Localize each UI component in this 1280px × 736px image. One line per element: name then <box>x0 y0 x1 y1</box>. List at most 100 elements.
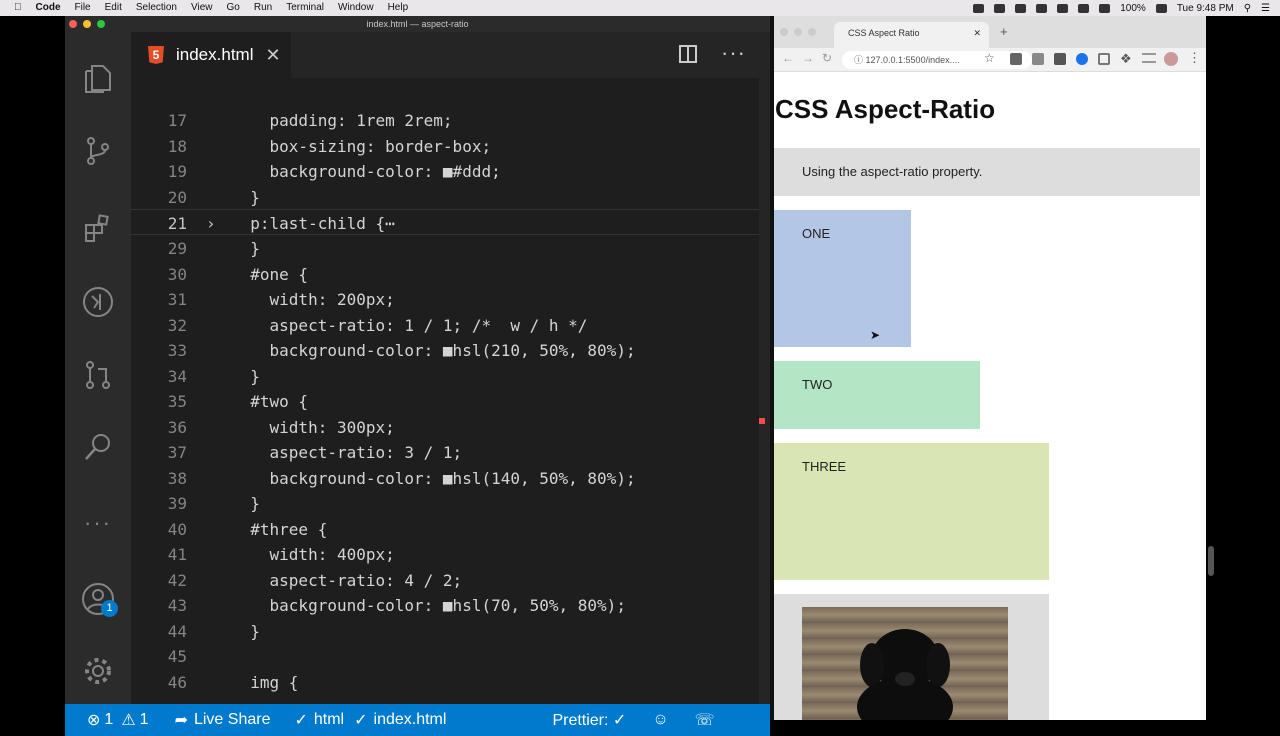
menu-selection[interactable]: Selection <box>136 0 177 16</box>
overview-ruler-error-marker <box>759 418 765 424</box>
code-line-current[interactable]: 21 › p:last-child {⋯ <box>131 209 770 235</box>
extensions-puzzle-icon[interactable]: ❖ <box>1120 51 1132 67</box>
notifications-bell-icon[interactable]: ☏ <box>695 710 715 730</box>
fold-chevron-icon[interactable]: › <box>206 214 216 233</box>
spotlight-icon[interactable]: ⚲ <box>1244 3 1251 14</box>
line-number: 46 <box>167 673 187 692</box>
code-text: aspect-ratio: 1 / 1; /* w / h */ <box>231 316 588 335</box>
reload-icon[interactable]: ↻ <box>822 51 832 65</box>
status-icon[interactable] <box>1015 3 1027 13</box>
profile-avatar[interactable] <box>1164 52 1178 66</box>
code-text: aspect-ratio: 4 / 2; <box>231 571 463 590</box>
live-share-icon[interactable]: ➦ <box>175 710 188 730</box>
more-icon[interactable]: ··· <box>81 506 115 540</box>
status-icon[interactable] <box>973 3 985 13</box>
extensions-icon[interactable] <box>81 212 115 246</box>
tab-label: index.html <box>176 45 254 64</box>
source-control-icon[interactable] <box>81 134 115 168</box>
more-actions-icon[interactable]: ··· <box>721 40 746 66</box>
new-tab-icon[interactable]: + <box>1000 24 1008 39</box>
code-text: } <box>231 188 260 207</box>
extension-icon[interactable] <box>1098 53 1110 65</box>
browser-scrollbar-thumb[interactable] <box>1208 546 1214 576</box>
screen-edge <box>1206 16 1280 720</box>
extension-icon[interactable] <box>1054 53 1066 65</box>
browser-tab[interactable]: CSS Aspect Ratio ✕ <box>834 22 989 48</box>
battery-percent[interactable]: 100% <box>1120 3 1146 14</box>
code-text: background-color: ■hsl(140, 50%, 80%); <box>231 469 636 488</box>
warning-count[interactable]: 1 <box>140 711 149 729</box>
extension-icon[interactable] <box>1076 53 1088 65</box>
close-window-button[interactable] <box>69 20 77 28</box>
status-icon[interactable] <box>1057 3 1069 13</box>
back-icon[interactable]: ← <box>782 51 794 65</box>
menu-terminal[interactable]: Terminal <box>286 0 324 16</box>
line-number: 39 <box>167 494 187 513</box>
line-number: 33 <box>167 341 187 360</box>
wifi-icon[interactable] <box>1099 3 1111 13</box>
pull-request-icon[interactable] <box>81 358 115 392</box>
menu-help[interactable]: Help <box>388 0 409 16</box>
prettier-status[interactable]: Prettier: ✓ <box>552 710 626 730</box>
language-status[interactable]: html <box>314 711 344 729</box>
code-text: } <box>231 367 260 386</box>
code-editor[interactable]: 17 padding: 1rem 2rem; 18 box-sizing: bo… <box>131 78 770 704</box>
extension-icon[interactable] <box>1010 53 1022 65</box>
remote-icon[interactable] <box>81 285 115 319</box>
apple-icon[interactable]:  <box>14 0 22 16</box>
close-window-button[interactable] <box>780 28 788 36</box>
warning-icon[interactable]: ⚠ <box>121 710 135 730</box>
window-title: index.html — aspect-ratio <box>65 16 770 32</box>
feedback-icon[interactable]: ☺ <box>652 711 668 729</box>
explorer-icon[interactable] <box>81 62 115 96</box>
close-tab-icon[interactable]: ✕ <box>973 22 981 44</box>
file-status[interactable]: index.html <box>374 711 447 729</box>
clock[interactable]: Tue 9:48 PM <box>1177 3 1234 14</box>
accounts-icon[interactable]: 1 <box>81 582 118 617</box>
line-number: 21 <box>167 214 187 233</box>
battery-icon[interactable] <box>1155 3 1167 13</box>
line-number: 41 <box>167 545 187 564</box>
line-number: 29 <box>167 239 187 258</box>
code-text: width: 200px; <box>231 290 395 309</box>
address-bar[interactable]: ⓘ 127.0.0.1:5500/index.... <box>842 51 1032 69</box>
menu-go[interactable]: Go <box>227 0 240 16</box>
tab-index-html[interactable]: 5 index.html ✕ <box>131 32 291 78</box>
code-text: } <box>231 622 260 641</box>
reading-list-icon[interactable] <box>1142 53 1156 63</box>
zoom-window-button[interactable] <box>97 20 105 28</box>
status-bar: ⊗ 1 ⚠ 1 ➦ Live Share ✓ html ✓ index.html… <box>65 704 770 736</box>
minimize-window-button[interactable] <box>794 28 802 36</box>
activity-bar: ··· 1 <box>65 32 131 704</box>
menubar-status-area: 100% Tue 9:48 PM ⚲ ☰ <box>973 0 1280 16</box>
zoom-window-button[interactable] <box>808 28 816 36</box>
settings-gear-icon[interactable] <box>81 654 115 688</box>
close-tab-icon[interactable]: ✕ <box>265 45 280 66</box>
minimize-window-button[interactable] <box>83 20 91 28</box>
menu-app-name[interactable]: Code <box>36 0 61 16</box>
live-share-button[interactable]: Live Share <box>194 711 271 729</box>
forward-icon[interactable]: → <box>802 51 814 65</box>
editor-scrollbar[interactable] <box>759 78 770 704</box>
error-count[interactable]: 1 <box>104 711 113 729</box>
search-icon[interactable] <box>81 430 115 464</box>
vscode-window: index.html — aspect-ratio ··· 1 5 index.… <box>65 16 770 736</box>
control-center-icon[interactable]: ☰ <box>1261 3 1270 14</box>
menu-edit[interactable]: Edit <box>105 0 122 16</box>
box-one: ONE <box>774 210 911 347</box>
error-icon[interactable]: ⊗ <box>87 710 100 730</box>
status-icon[interactable] <box>994 3 1006 13</box>
extension-icon[interactable] <box>1032 53 1044 65</box>
web-page: CSS Aspect-Ratio Using the aspect-ratio … <box>774 72 1206 720</box>
menu-run[interactable]: Run <box>254 0 272 16</box>
site-info-icon[interactable]: ⓘ <box>854 55 866 65</box>
split-editor-icon[interactable] <box>679 45 697 63</box>
menu-file[interactable]: File <box>75 0 91 16</box>
bluetooth-icon[interactable] <box>1078 3 1090 13</box>
menu-bar:  Code File Edit Selection View Go Run T… <box>0 0 1280 16</box>
menu-view[interactable]: View <box>191 0 213 16</box>
browser-menu-icon[interactable]: ⋮ <box>1188 50 1201 66</box>
status-icon[interactable] <box>1036 3 1048 13</box>
bookmark-star-icon[interactable]: ☆ <box>984 51 995 65</box>
menu-window[interactable]: Window <box>338 0 374 16</box>
